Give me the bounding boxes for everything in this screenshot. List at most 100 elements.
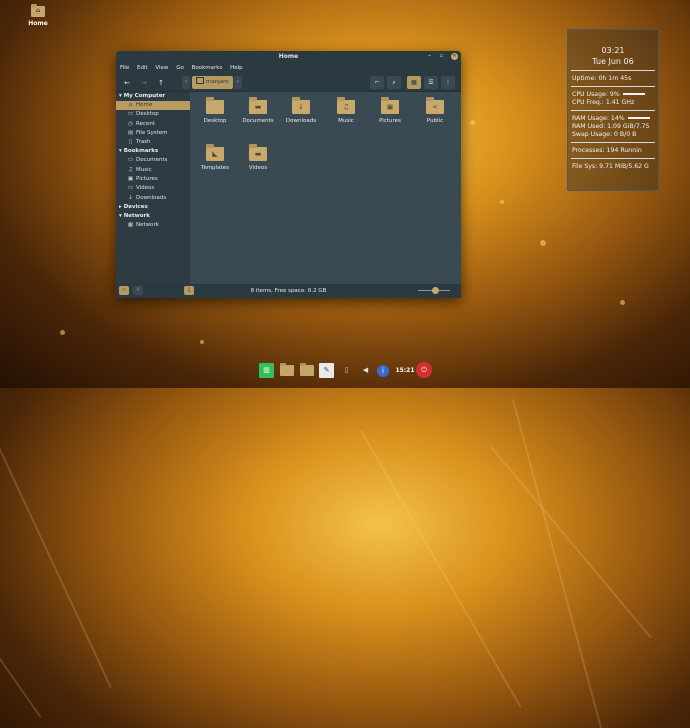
dock: ▥ ✎ ▯ ◀ i 15:21 ⏻ — [254, 360, 434, 386]
menu-file[interactable]: File — [120, 65, 129, 71]
conky-divider — [571, 70, 655, 71]
sidebar-header-bookmarks[interactable]: ▾ Bookmarks — [116, 147, 190, 156]
sidebar-item-trash[interactable]: ▯ Trash — [116, 138, 190, 147]
list-view-button[interactable]: ☰ — [424, 76, 438, 89]
conky-file-sys: File Sys: 9.71 MiB/5.62 G — [572, 163, 649, 170]
videos-icon: ▭ — [127, 185, 134, 192]
folder-documents-icon: ▬ — [249, 97, 267, 114]
menu-help[interactable]: Help — [230, 65, 243, 71]
file-item-templates[interactable]: ◣ Templates — [195, 144, 235, 171]
forward-button[interactable]: → — [139, 78, 149, 88]
home-folder-icon: ⌂ — [31, 4, 45, 17]
folder-launcher-icon[interactable] — [299, 363, 314, 378]
conky-divider — [571, 158, 655, 159]
desktop-home-icon[interactable]: ⌂ Home — [24, 4, 52, 27]
file-item-pictures[interactable]: ▣ Pictures — [370, 97, 410, 124]
sidebar-item-pictures[interactable]: ▣ Pictures — [116, 175, 190, 184]
ram-usage-bar — [627, 117, 650, 119]
status-text: 8 items, Free space: 6.2 GB — [250, 288, 327, 294]
titlebar[interactable]: Home – ▫ ✕ — [116, 51, 461, 63]
statusbar: ▭ ⁞ ▯ 8 items, Free space: 6.2 GB — [116, 284, 461, 298]
files-launcher-icon[interactable] — [279, 363, 294, 378]
file-manager-window: Home – ▫ ✕ File Edit View Go Bookmarks H… — [116, 51, 461, 298]
trash-launcher-icon[interactable]: ▯ — [339, 363, 354, 378]
conky-uptime: Uptime: 0h 1m 45s — [572, 75, 632, 82]
menu-edit[interactable]: Edit — [137, 65, 148, 71]
network-icon: ▦ — [127, 221, 134, 228]
file-item-desktop[interactable]: Desktop — [195, 97, 235, 124]
file-item-music[interactable]: ♫ Music — [326, 97, 366, 124]
zoom-slider[interactable] — [418, 287, 450, 294]
trash-icon: ▯ — [128, 139, 133, 146]
path-scroll-right-button[interactable]: › — [234, 76, 242, 89]
info-icon[interactable]: i — [377, 365, 389, 377]
volume-icon[interactable]: ◀ — [358, 363, 373, 378]
home-icon — [196, 77, 204, 84]
minimize-button[interactable]: – — [426, 53, 433, 60]
dock-clock[interactable]: 15:21 — [394, 363, 416, 378]
conky-date: Tue Jun 06 — [592, 57, 634, 66]
conky-processes: Processes: 194 Runnin — [572, 147, 642, 154]
conky-monitor: 03:21 Tue Jun 06 Uptime: 0h 1m 45s CPU U… — [567, 29, 659, 191]
desktop-home-label: Home — [28, 20, 48, 27]
path-label: manjaro — [206, 79, 229, 85]
conky-ram-usage-row: RAM Usage: 14% — [568, 115, 658, 122]
sidebar-item-videos[interactable]: ▭ Videos — [116, 184, 190, 193]
conky-divider — [571, 110, 655, 111]
folder-icon — [206, 97, 224, 114]
sidebar-item-documents[interactable]: ▭ Documents — [116, 156, 190, 165]
desktop-icon: ▭ — [127, 111, 134, 118]
manjaro-menu-icon[interactable]: ▥ — [259, 363, 274, 378]
sidebar-header-devices[interactable]: ▸ Devices — [116, 203, 190, 212]
file-item-documents[interactable]: ▬ Documents — [238, 97, 278, 124]
menu-bookmarks[interactable]: Bookmarks — [192, 65, 223, 71]
file-item-downloads[interactable]: ↓ Downloads — [281, 97, 321, 124]
icon-view-button[interactable]: ▦ — [407, 76, 421, 89]
folder-templates-icon: ◣ — [206, 144, 224, 161]
music-icon: ♫ — [128, 166, 133, 173]
conky-ram-used: RAM Used: 1.09 GiB/7.75 — [572, 123, 650, 130]
folder-share-icon: < — [426, 97, 444, 114]
conky-divider — [571, 142, 655, 143]
window-title: Home — [278, 53, 299, 60]
back-button[interactable]: ← — [122, 78, 132, 88]
up-button[interactable]: ↑ — [156, 78, 166, 88]
search-icon: ⌕ — [392, 79, 396, 86]
maximize-button[interactable]: ▫ — [438, 53, 445, 60]
file-view[interactable]: Desktop ▬ Documents ↓ Downloads ♫ Music ▣ Pi… — [190, 92, 461, 284]
close-button[interactable]: ✕ — [451, 53, 458, 60]
conky-cpu-usage: CPU Usage: 9% — [572, 91, 620, 98]
sidebar-item-home[interactable]: ⌂ Home — [116, 101, 190, 111]
menu-go[interactable]: Go — [176, 65, 184, 71]
file-item-videos[interactable]: ▬ Videos — [238, 144, 278, 171]
menu-view[interactable]: View — [155, 65, 168, 71]
sidebar-item-desktop[interactable]: ▭ Desktop — [116, 110, 190, 119]
download-icon: ↓ — [128, 194, 133, 201]
sidebar-item-file-system[interactable]: ▤ File System — [116, 129, 190, 138]
folder-videos-icon: ▬ — [249, 144, 267, 161]
sidebar-item-network[interactable]: ▦ Network — [116, 221, 190, 230]
compact-view-button[interactable]: ⁝ — [441, 76, 455, 89]
drive-icon: ▤ — [127, 129, 134, 136]
toolbar: ← → ↑ ‹ manjaro › ⌐ ⌕ ▦ ☰ ⁝ — [116, 73, 461, 92]
documents-icon: ▭ — [127, 157, 134, 164]
path-button-home[interactable]: manjaro — [192, 76, 233, 89]
path-toggle-button[interactable]: ⌐ — [370, 76, 384, 89]
sidebar-item-downloads[interactable]: ↓ Downloads — [116, 194, 190, 203]
home-icon: ⌂ — [128, 102, 133, 108]
sidebar-header-network[interactable]: ▾ Network — [116, 212, 190, 221]
conky-ram-usage: RAM Usage: 14% — [572, 115, 625, 122]
folder-download-icon: ↓ — [292, 97, 310, 114]
conky-divider — [571, 86, 655, 87]
sidebar-item-recent[interactable]: ◷ Recent — [116, 120, 190, 129]
menubar: File Edit View Go Bookmarks Help — [116, 63, 461, 73]
power-icon[interactable]: ⏻ — [416, 362, 432, 378]
path-scroll-left-button[interactable]: ‹ — [182, 76, 190, 89]
sidebar-item-music[interactable]: ♫ Music — [116, 166, 190, 175]
conky-cpu-freq: CPU Freq.: 1.41 GHz — [572, 99, 635, 106]
sidebar-header-my-computer[interactable]: ▾ My Computer — [116, 92, 190, 101]
conky-swap-usage: Swap Usage: 0 B/0 B — [572, 131, 637, 138]
search-button[interactable]: ⌕ — [387, 76, 401, 89]
file-item-public[interactable]: < Public — [415, 97, 455, 124]
text-editor-icon[interactable]: ✎ — [319, 363, 334, 378]
